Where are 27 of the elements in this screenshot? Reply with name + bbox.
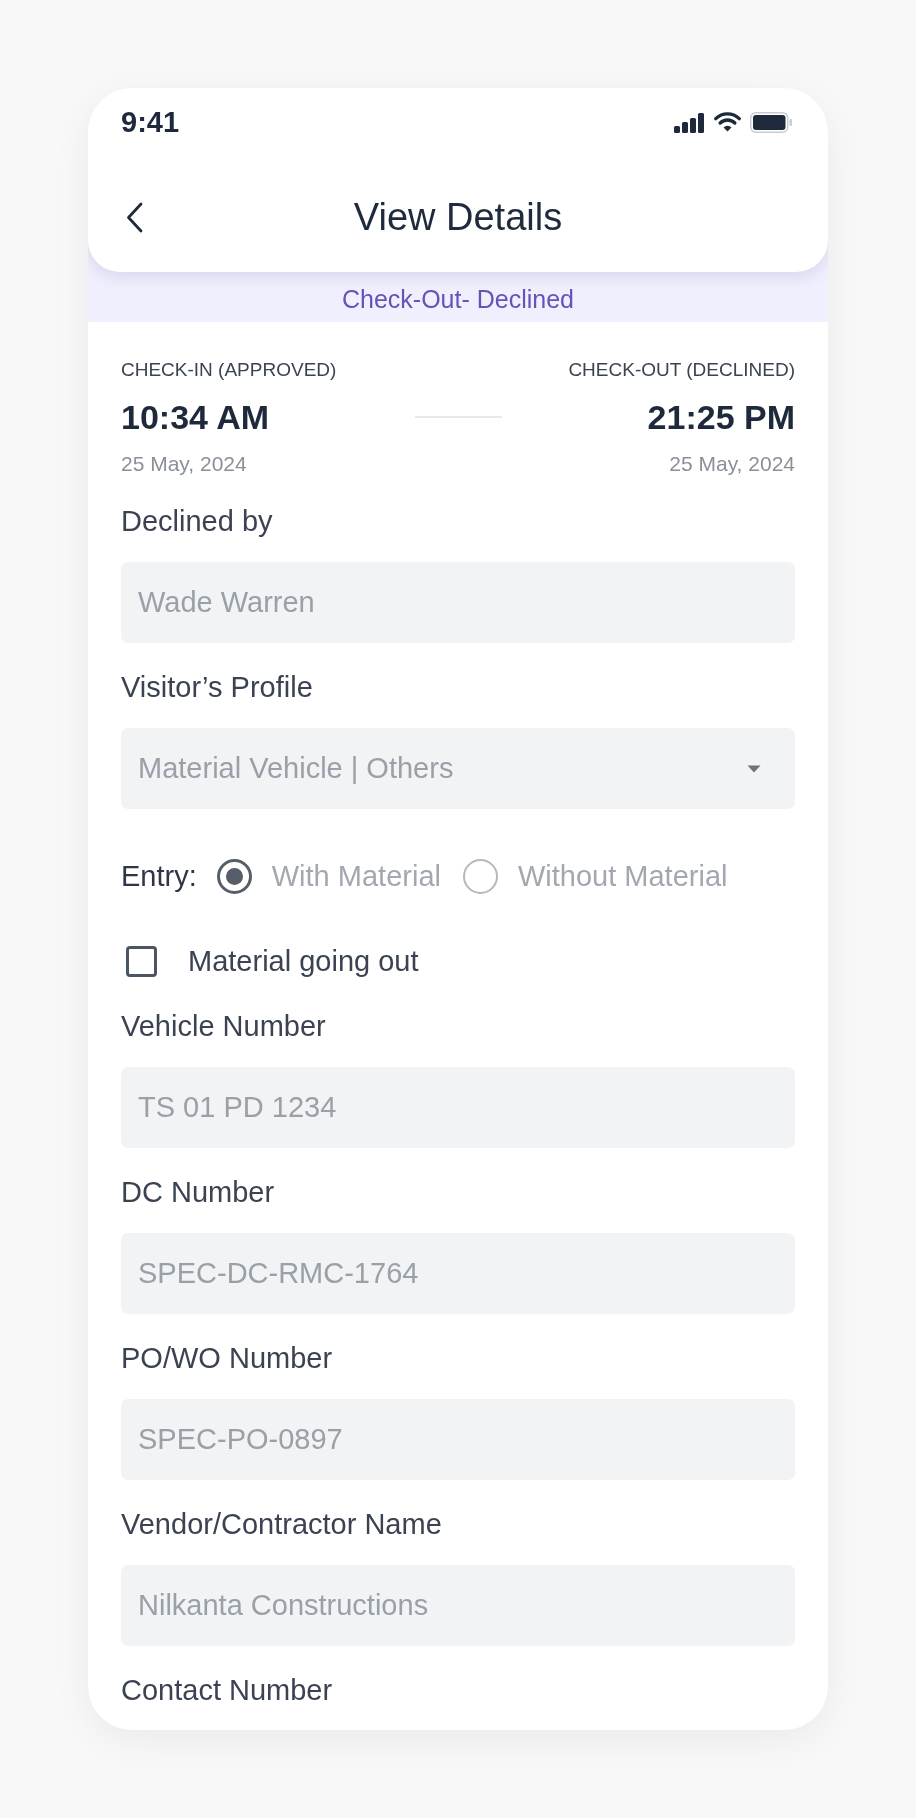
field-label: Visitor’s Profile — [121, 670, 313, 704]
option-label: Without Material — [517, 859, 728, 893]
date-text: 25 May, 2024 — [121, 451, 247, 477]
field-label: PO/WO Number — [121, 1341, 333, 1375]
wifi-icon — [714, 112, 741, 132]
status-time: 9:41 — [121, 108, 180, 136]
time-value: 10:34 AM — [121, 397, 270, 437]
checkbox-label: Material going out — [188, 944, 419, 978]
checkbox[interactable] — [126, 945, 157, 977]
status-text: Check-Out- Declined — [342, 284, 574, 314]
chevron-left-icon — [126, 201, 143, 233]
field-label: Vehicle Number — [121, 1009, 326, 1043]
field-label: Declined by — [121, 504, 273, 538]
signal-icon — [674, 111, 705, 133]
caret-down-icon — [747, 764, 761, 773]
time-value: 21:25 PM — [647, 397, 795, 437]
option-label: With Material — [271, 859, 441, 893]
field-label: DC Number — [121, 1175, 275, 1209]
field-label: Vendor/Contractor Name — [121, 1507, 442, 1541]
page-title: View Details — [353, 195, 563, 240]
back-button[interactable] — [126, 201, 143, 233]
field-label: Contact Number — [121, 1673, 333, 1707]
time-label: CHECK-IN (APPROVED) — [121, 358, 337, 382]
date-text: 25 May, 2024 — [669, 451, 795, 477]
battery-icon — [750, 111, 792, 133]
time-label: CHECK-OUT (DECLINED) — [568, 358, 795, 382]
entry-label: Entry: — [121, 859, 197, 893]
